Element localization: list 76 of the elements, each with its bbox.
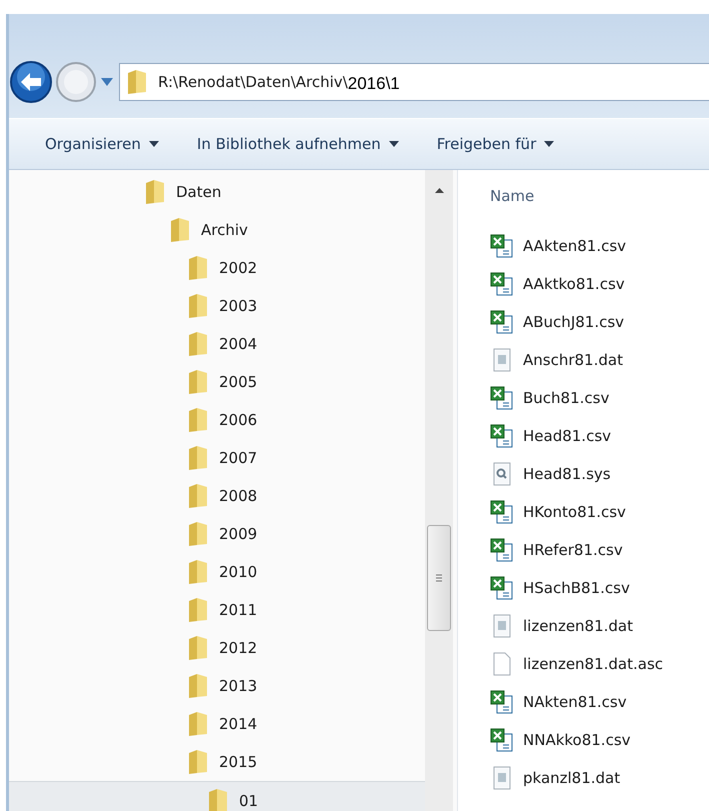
scrollbar-thumb[interactable]	[427, 525, 451, 631]
folder-icon	[187, 293, 209, 319]
tree-item[interactable]: 2013	[9, 667, 425, 705]
file-item[interactable]: Anschr81.dat	[490, 341, 623, 379]
file-item[interactable]: NAkten81.csv	[490, 683, 627, 721]
file-item[interactable]: lizenzen81.dat.asc	[490, 645, 664, 683]
folder-icon	[187, 483, 209, 509]
tree-item[interactable]: 2014	[9, 705, 425, 743]
tree-item[interactable]: 2003	[9, 287, 425, 325]
spreadsheet-file-icon	[490, 500, 514, 524]
folder-icon	[187, 369, 209, 395]
spreadsheet-file-icon	[490, 424, 514, 448]
address-bar[interactable]: R:\Renodat\Daten\Archiv\2016\1	[119, 63, 709, 101]
tree-item[interactable]: 2004	[9, 325, 425, 363]
spreadsheet-file-icon	[490, 272, 514, 296]
file-item[interactable]: HRefer81.csv	[490, 531, 623, 569]
file-item[interactable]: AAktko81.csv	[490, 265, 625, 303]
file-item[interactable]: Head81.sys	[490, 455, 611, 493]
spreadsheet-file-icon	[490, 386, 514, 410]
spreadsheet-file-icon	[490, 310, 514, 334]
file-item[interactable]: HKonto81.csv	[490, 493, 626, 531]
file-item[interactable]: NNAkko81.csv	[490, 721, 631, 759]
toolbar-menu-button[interactable]: Freigeben für	[430, 131, 560, 157]
spreadsheet-file-icon	[490, 234, 514, 258]
tree-item[interactable]: 2005	[9, 363, 425, 401]
folder-icon	[187, 331, 209, 357]
file-item[interactable]: Buch81.csv	[490, 379, 610, 417]
folder-icon	[187, 635, 209, 661]
column-header[interactable]: Name	[490, 180, 534, 212]
folder-icon	[126, 69, 148, 95]
toolbar-menu-button[interactable]: Organisieren	[39, 131, 165, 157]
toolbar-menu-button[interactable]: In Bibliothek aufnehmen	[190, 131, 405, 157]
caret-icon	[544, 141, 554, 147]
file-item[interactable]: Head81.csv	[490, 417, 612, 455]
folder-icon	[144, 179, 166, 205]
tree-item[interactable]: 2012	[9, 629, 425, 667]
tree-item[interactable]: Archiv	[9, 211, 425, 249]
spreadsheet-file-icon	[490, 728, 514, 752]
tree-item[interactable]: 2009	[9, 515, 425, 553]
tree-item[interactable]: Daten	[9, 173, 425, 211]
history-dropdown-icon[interactable]	[101, 78, 113, 86]
folder-icon	[187, 255, 209, 281]
folder-icon	[187, 521, 209, 547]
folder-icon	[187, 673, 209, 699]
scrollbar[interactable]	[425, 170, 453, 811]
tree-item[interactable]: 2002	[9, 249, 425, 287]
folder-icon	[187, 749, 209, 775]
tree-item[interactable]: 01	[9, 781, 425, 811]
back-button[interactable]	[9, 60, 53, 104]
folder-icon	[207, 788, 229, 811]
scroll-up-icon[interactable]	[435, 188, 444, 193]
folder-icon	[187, 407, 209, 433]
spreadsheet-file-icon	[490, 690, 514, 714]
folder-icon	[187, 559, 209, 585]
file-item[interactable]: AAkten81.csv	[490, 227, 626, 265]
file-item[interactable]: HSachB81.csv	[490, 569, 630, 607]
address-path: R:\Renodat\Daten\Archiv\	[158, 73, 348, 91]
folder-icon	[187, 445, 209, 471]
spreadsheet-file-icon	[490, 576, 514, 600]
file-item[interactable]: pkanzl81.dat	[490, 759, 620, 797]
file-item[interactable]: lizenzen81.dat	[490, 607, 634, 645]
grip-icon	[436, 574, 442, 582]
caret-icon	[148, 141, 159, 147]
address-typed-text: 2016\1	[348, 74, 400, 94]
folder-icon	[187, 597, 209, 623]
file-item[interactable]: ABuchJ81.csv	[490, 303, 624, 341]
tree-item[interactable]: 2015	[9, 743, 425, 781]
caret-icon	[388, 141, 399, 147]
tree-item[interactable]: 2006	[9, 401, 425, 439]
tree-item[interactable]: 2010	[9, 553, 425, 591]
folder-icon	[169, 217, 191, 243]
folder-icon	[187, 711, 209, 737]
tree-item[interactable]: 2007	[9, 439, 425, 477]
tree-item[interactable]: 2011	[9, 591, 425, 629]
tree-item[interactable]: 2008	[9, 477, 425, 515]
spreadsheet-file-icon	[490, 538, 514, 562]
